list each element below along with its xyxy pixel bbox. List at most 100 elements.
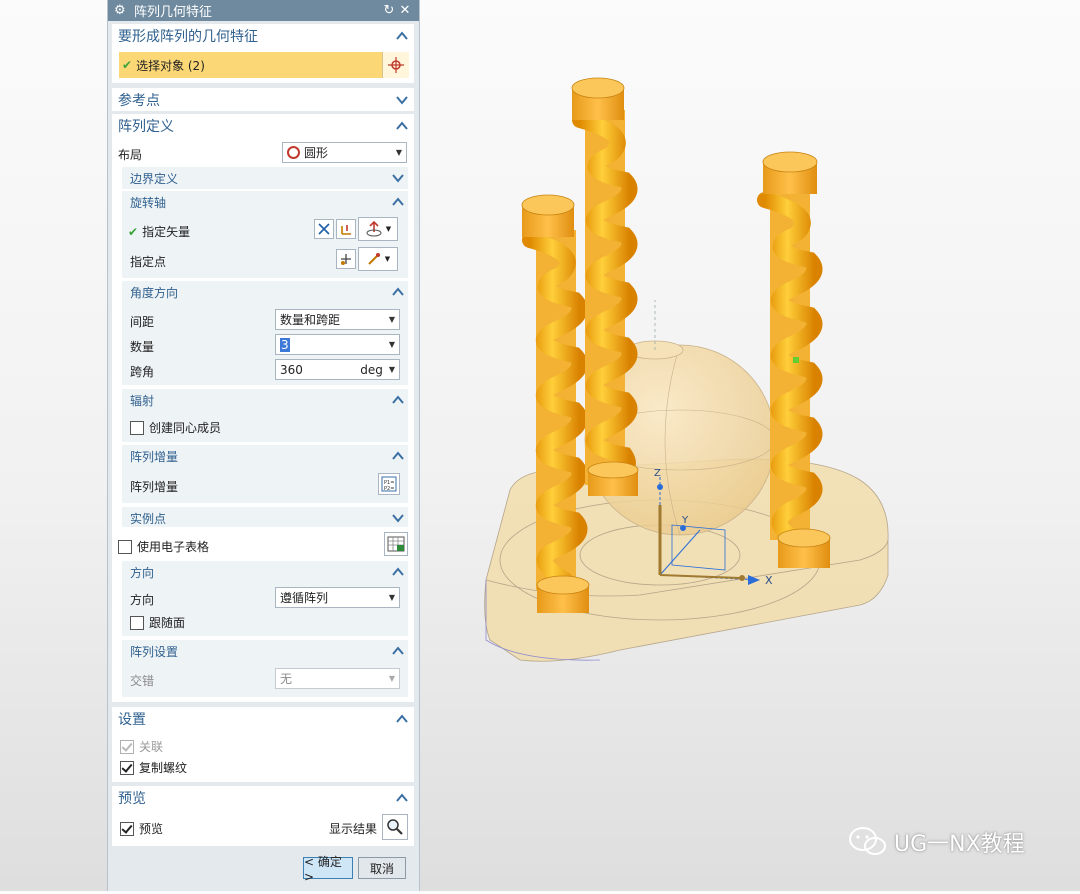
specify-vector-label: 指定矢量 bbox=[142, 225, 191, 239]
follow-face-checkbox[interactable] bbox=[130, 615, 144, 630]
vector-type-dropdown[interactable]: ▼ bbox=[358, 217, 398, 241]
orientation-label: 方向 bbox=[130, 593, 155, 607]
layout-select[interactable]: 圆形 ▼ bbox=[282, 142, 407, 163]
dropdown-arrow-icon: ▼ bbox=[395, 148, 402, 157]
increment-header[interactable]: 阵列增量 bbox=[122, 445, 408, 467]
boundary-subgroup: 边界定义 bbox=[122, 167, 408, 189]
specify-point-label: 指定点 bbox=[130, 255, 167, 269]
pattern-group-header[interactable]: 阵列定义 bbox=[112, 114, 414, 138]
vector-reverse-icon[interactable] bbox=[314, 219, 334, 239]
instance-point-subgroup: 实例点 bbox=[122, 507, 408, 527]
point-type-dropdown[interactable]: ▼ bbox=[358, 247, 398, 271]
spacing-label: 间距 bbox=[130, 315, 155, 329]
count-input[interactable]: 3 ▼ bbox=[275, 334, 400, 355]
preview-group: 预览 预览 显示结果 bbox=[112, 786, 414, 846]
concentric-checkbox[interactable] bbox=[130, 420, 144, 435]
chevron-up-icon[interactable] bbox=[396, 120, 408, 132]
cancel-button[interactable]: 取消 bbox=[358, 857, 406, 879]
increment-table-icon[interactable]: P1= P2= bbox=[378, 473, 400, 495]
point-dialog-icon[interactable] bbox=[336, 249, 356, 269]
reset-icon[interactable]: ↻ bbox=[381, 3, 397, 18]
select-object-row[interactable]: ✔ 选择对象 (2) bbox=[119, 52, 409, 78]
preview-label: 预览 bbox=[139, 822, 164, 836]
preview-group-header[interactable]: 预览 bbox=[112, 786, 414, 810]
pattern-increment-subgroup: 阵列增量 阵列增量 P1= P2= bbox=[122, 445, 408, 503]
geometry-to-pattern-group: 要形成阵列的几何特征 ✔ 选择对象 (2) bbox=[112, 24, 414, 83]
use-spreadsheet-label: 使用电子表格 bbox=[137, 540, 210, 554]
increment-title: 阵列增量 bbox=[130, 449, 179, 464]
dropdown-arrow-icon: ▼ bbox=[388, 674, 395, 683]
chevron-up-icon[interactable] bbox=[392, 645, 404, 657]
copy-threads-label: 复制螺纹 bbox=[139, 761, 188, 775]
boundary-header[interactable]: 边界定义 bbox=[122, 167, 408, 189]
reference-group-header[interactable]: 参考点 bbox=[112, 88, 414, 112]
associative-checkbox bbox=[120, 739, 134, 754]
dialog-title-bar: ⚙ 阵列几何特征 ↻ ✕ bbox=[108, 0, 419, 21]
close-icon[interactable]: ✕ bbox=[397, 3, 413, 18]
geometry-group-header[interactable]: 要形成阵列的几何特征 bbox=[112, 24, 414, 48]
ok-button[interactable]: < 确定 > bbox=[303, 855, 353, 884]
wechat-logo-icon bbox=[849, 827, 886, 855]
radial-header[interactable]: 辐射 bbox=[122, 389, 408, 411]
watermark-text: UG一NX教程 bbox=[894, 832, 1025, 857]
concentric-members-row[interactable]: 创建同心成员 bbox=[130, 419, 221, 436]
spacing-select[interactable]: 数量和跨距 ▼ bbox=[275, 309, 400, 330]
preview-checkbox[interactable] bbox=[120, 821, 134, 836]
geometry-group-title: 要形成阵列的几何特征 bbox=[118, 29, 258, 45]
angular-direction-title: 角度方向 bbox=[130, 285, 179, 300]
crosshair-select-icon[interactable] bbox=[382, 52, 409, 78]
pattern-settings-subgroup: 阵列设置 交错 无 ▼ bbox=[122, 640, 408, 697]
circle-icon bbox=[287, 146, 300, 159]
show-result-magnifier-icon[interactable] bbox=[382, 814, 408, 840]
preview-row[interactable]: 预览 bbox=[120, 820, 163, 837]
boundary-title: 边界定义 bbox=[130, 171, 179, 186]
span-angle-input[interactable]: 360 deg ▼ bbox=[275, 359, 400, 380]
concentric-label: 创建同心成员 bbox=[149, 421, 222, 435]
count-value: 3 bbox=[280, 337, 290, 352]
vector-dialog-icon[interactable] bbox=[336, 219, 356, 239]
dropdown-arrow-icon: ▼ bbox=[385, 225, 392, 233]
follow-face-row[interactable]: 跟随面 bbox=[130, 614, 185, 631]
select-object-label: 选择对象 (2) bbox=[136, 58, 205, 73]
rotation-axis-header[interactable]: 旋转轴 bbox=[122, 191, 408, 213]
instance-point-header[interactable]: 实例点 bbox=[122, 507, 408, 529]
copy-threads-checkbox[interactable] bbox=[120, 760, 134, 775]
layout-label: 布局 bbox=[118, 148, 143, 162]
chevron-up-icon[interactable] bbox=[392, 394, 404, 406]
pattern-settings-title: 阵列设置 bbox=[130, 644, 179, 659]
chevron-down-icon[interactable] bbox=[396, 94, 408, 106]
reference-point-group: 参考点 bbox=[112, 88, 414, 111]
orientation-select[interactable]: 遵循阵列 ▼ bbox=[275, 587, 400, 608]
orientation-title: 方向 bbox=[130, 565, 155, 580]
orientation-value: 遵循阵列 bbox=[280, 591, 329, 605]
chevron-up-icon[interactable] bbox=[396, 30, 408, 42]
pattern-settings-header[interactable]: 阵列设置 bbox=[122, 640, 408, 662]
chevron-up-icon[interactable] bbox=[392, 286, 404, 298]
chevron-up-icon[interactable] bbox=[392, 196, 404, 208]
settings-group-header[interactable]: 设置 bbox=[112, 707, 414, 731]
graphics-viewport[interactable]: X Y Z bbox=[420, 0, 1080, 891]
orientation-header[interactable]: 方向 bbox=[122, 561, 408, 583]
chevron-up-icon[interactable] bbox=[392, 450, 404, 462]
chevron-up-icon[interactable] bbox=[392, 566, 404, 578]
span-label: 跨角 bbox=[130, 365, 155, 379]
count-label: 数量 bbox=[130, 340, 155, 354]
chevron-up-icon[interactable] bbox=[396, 713, 408, 725]
check-icon: ✔ bbox=[122, 58, 133, 72]
layout-value: 圆形 bbox=[304, 146, 329, 160]
copy-threads-row[interactable]: 复制螺纹 bbox=[120, 759, 187, 776]
settings-group-title: 设置 bbox=[118, 712, 146, 728]
angular-direction-header[interactable]: 角度方向 bbox=[122, 281, 408, 303]
dropdown-arrow-icon: ▼ bbox=[388, 315, 395, 324]
spacing-value: 数量和跨距 bbox=[280, 313, 341, 327]
spreadsheet-icon[interactable] bbox=[384, 532, 408, 556]
span-value: 360 bbox=[280, 362, 303, 377]
use-spreadsheet-checkbox[interactable] bbox=[118, 539, 132, 554]
chevron-up-icon[interactable] bbox=[396, 792, 408, 804]
show-result-label: 显示结果 bbox=[329, 822, 378, 836]
chevron-down-icon[interactable] bbox=[392, 172, 404, 184]
use-spreadsheet-row[interactable]: 使用电子表格 bbox=[118, 538, 209, 555]
chevron-down-icon[interactable] bbox=[392, 512, 404, 524]
gear-icon[interactable]: ⚙ bbox=[114, 3, 128, 18]
svg-text:P2=: P2= bbox=[384, 486, 394, 492]
